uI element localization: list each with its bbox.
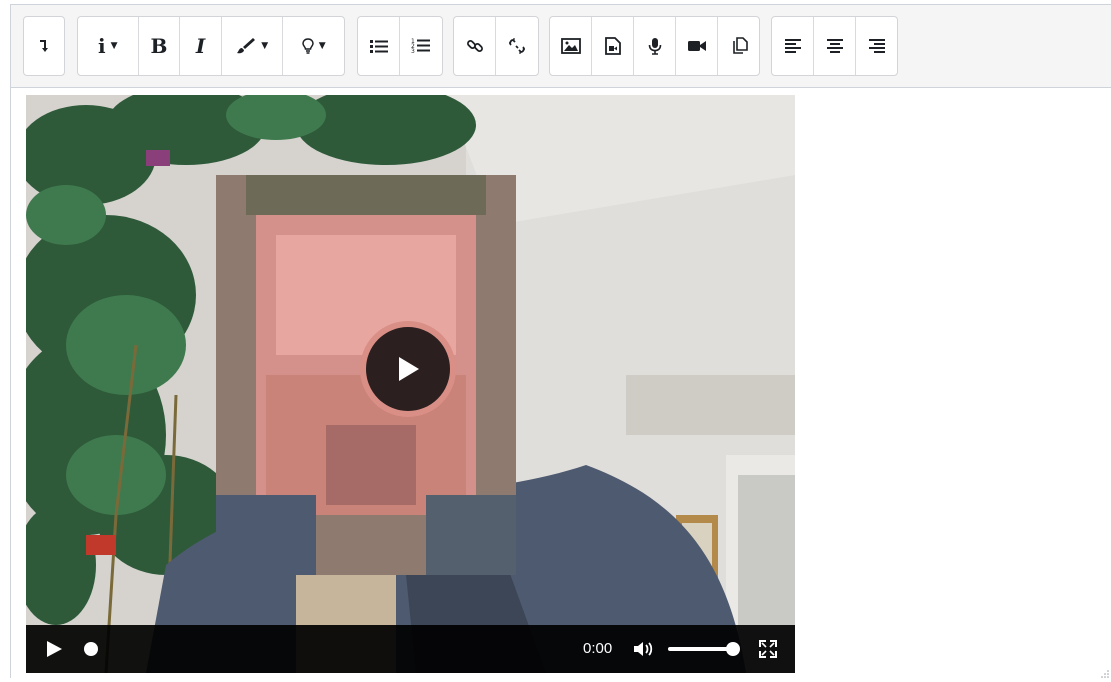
toolbar-group-links <box>453 16 539 76</box>
play-button[interactable] <box>44 639 64 659</box>
lightbulb-icon <box>301 38 314 54</box>
media-file-icon <box>604 37 621 55</box>
align-right-icon <box>868 39 885 53</box>
insert-media-button[interactable] <box>592 17 634 75</box>
unlink-icon <box>509 38 525 54</box>
italic-button[interactable]: I <box>180 17 222 75</box>
toolbar-group-style: i ▼ B I ▼ ▼ <box>77 16 345 76</box>
chevron-down-icon: ▼ <box>110 41 118 51</box>
fullscreen-button[interactable] <box>758 639 778 659</box>
align-center-button[interactable] <box>814 17 856 75</box>
insert-image-button[interactable] <box>550 17 592 75</box>
play-icon <box>399 357 419 381</box>
current-time: 0:00 <box>583 640 613 657</box>
progress-scrubber[interactable] <box>84 642 98 656</box>
toolbar-group-lists: 1 2 3 <box>357 16 443 76</box>
svg-text:3: 3 <box>411 48 415 55</box>
volume-slider-knob[interactable] <box>726 642 740 656</box>
toolbar-group-alignment <box>771 16 898 76</box>
bold-button[interactable]: B <box>139 17 181 75</box>
video-control-bar: 0:00 <box>26 625 795 673</box>
align-center-icon <box>826 39 843 53</box>
volume-icon <box>634 642 653 656</box>
microphone-icon <box>648 38 661 55</box>
align-left-button[interactable] <box>772 17 814 75</box>
rich-text-editor: i ▼ B I ▼ ▼ 1 2 3 0:00 <box>10 4 1111 678</box>
volume-button[interactable] <box>632 639 654 659</box>
editor-toolbar: i ▼ B I ▼ ▼ 1 2 3 <box>11 5 1111 88</box>
collapse-arrow-icon <box>40 40 48 52</box>
play-icon <box>47 641 62 657</box>
fullscreen-icon <box>759 640 777 658</box>
image-icon <box>560 38 581 54</box>
video-player[interactable]: 0:00 <box>26 95 795 673</box>
paragraph-style-dropdown[interactable]: i ▼ <box>78 17 139 75</box>
bold-icon: B <box>150 34 168 58</box>
files-icon <box>732 37 748 54</box>
highlight-dropdown[interactable]: ▼ <box>283 17 344 75</box>
editor-content-area[interactable]: 0:00 <box>11 88 1111 679</box>
record-audio-button[interactable] <box>634 17 676 75</box>
align-right-button[interactable] <box>856 17 897 75</box>
info-icon: i <box>98 34 106 58</box>
unlink-button[interactable] <box>496 17 538 75</box>
chevron-down-icon: ▼ <box>318 41 326 51</box>
toolbar-group-collapse <box>23 16 65 76</box>
unordered-list-button[interactable] <box>358 17 400 75</box>
big-play-button[interactable] <box>360 321 456 417</box>
resize-handle-icon[interactable] <box>1100 669 1110 679</box>
align-left-icon <box>784 39 801 53</box>
ordered-list-icon: 1 2 3 <box>411 38 430 55</box>
italic-icon: I <box>195 34 206 58</box>
volume-slider-track[interactable] <box>668 647 734 651</box>
brush-icon <box>237 38 256 54</box>
collapse-button[interactable] <box>24 17 64 75</box>
link-button[interactable] <box>454 17 496 75</box>
record-video-button[interactable] <box>676 17 718 75</box>
toolbar-group-insert <box>549 16 760 76</box>
video-camera-icon <box>687 41 706 51</box>
ordered-list-button[interactable]: 1 2 3 <box>400 17 442 75</box>
chevron-down-icon: ▼ <box>261 41 269 51</box>
font-color-dropdown[interactable]: ▼ <box>222 17 284 75</box>
link-icon <box>466 40 483 52</box>
unordered-list-icon <box>369 40 388 53</box>
manage-files-button[interactable] <box>718 17 759 75</box>
